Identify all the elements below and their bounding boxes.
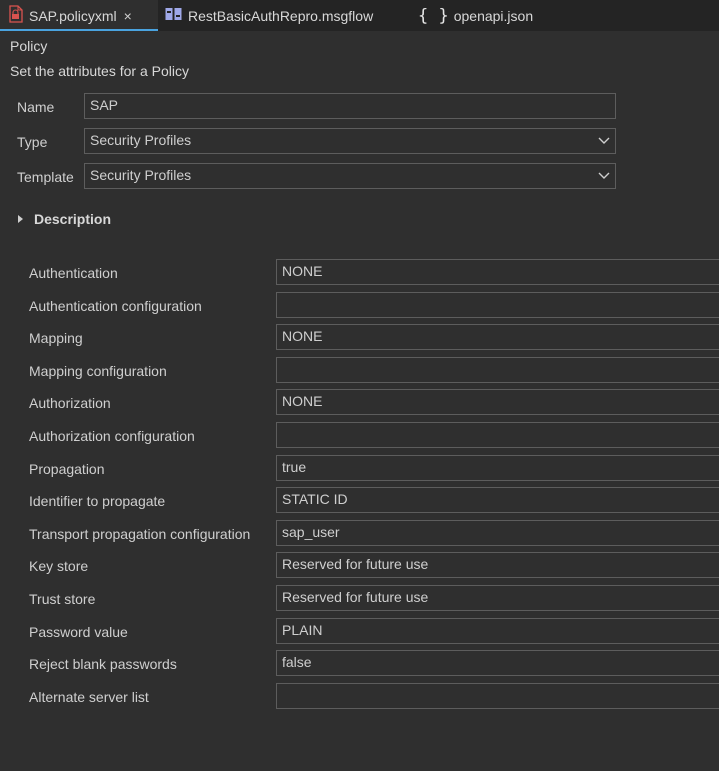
property-label: Identifier to propagate — [29, 493, 166, 510]
expand-arrow-icon — [18, 215, 23, 223]
description-section-toggle[interactable]: Description — [18, 211, 111, 227]
property-label: Key store — [29, 558, 89, 575]
editor-tab-bar: SAP.policyxml × RestBasicAuthRepro.msgfl… — [0, 0, 719, 31]
property-value-field[interactable]: true — [276, 454, 719, 481]
property-label: Authentication — [29, 265, 118, 281]
page-subtitle: Set the attributes for a Policy — [10, 63, 189, 79]
policy-editor: Policy Set the attributes for a Policy N… — [0, 31, 719, 771]
property-label: Propagation — [29, 460, 105, 477]
template-label: Template — [17, 169, 74, 185]
tab-label: openapi.json — [453, 7, 534, 24]
property-label: Authorization — [29, 395, 111, 412]
property-value-field[interactable]: PLAIN — [276, 617, 719, 644]
json-braces-icon: { } — [418, 5, 449, 26]
tab-label: SAP.policyxml — [29, 7, 117, 24]
tab-sap-policyxml[interactable]: SAP.policyxml × — [0, 0, 158, 31]
property-label: Trust store — [29, 591, 96, 607]
property-value-field[interactable]: Reserved for future use — [276, 585, 719, 611]
property-value-field[interactable]: Reserved for future use — [276, 552, 719, 579]
property-value-field[interactable]: sap_user — [276, 519, 719, 546]
property-label: Authentication configuration — [29, 297, 202, 314]
property-value-field[interactable] — [276, 291, 719, 318]
property-label: Mapping configuration — [29, 362, 167, 379]
property-label: Alternate server list — [29, 688, 149, 705]
msgflow-icon — [165, 7, 182, 24]
tab-openapi-json[interactable]: { } openapi.json — [418, 0, 533, 31]
type-select[interactable]: Security Profiles — [84, 128, 616, 154]
tab-restbasicauthrepro-msgflow[interactable]: RestBasicAuthRepro.msgflow — [165, 0, 373, 31]
template-select-value: Security Profiles — [90, 167, 192, 183]
name-field[interactable]: SAP — [84, 93, 616, 119]
chevron-down-icon — [598, 172, 610, 179]
policy-file-icon — [8, 5, 23, 26]
type-select-value: Security Profiles — [90, 132, 192, 148]
property-value-field[interactable] — [276, 682, 719, 709]
property-value-field[interactable]: NONE — [276, 259, 719, 285]
property-label: Transport propagation configuration — [29, 525, 251, 542]
property-value-field[interactable] — [276, 356, 719, 383]
property-label: Authorization configuration — [29, 428, 195, 444]
tab-label: RestBasicAuthRepro.msgflow — [188, 7, 374, 24]
type-label: Type — [17, 134, 48, 150]
property-label: Password value — [29, 623, 128, 640]
page-title: Policy — [10, 38, 48, 54]
description-label: Description — [34, 211, 112, 227]
property-value-field[interactable]: STATIC ID — [276, 487, 719, 514]
property-value-field[interactable]: NONE — [276, 324, 719, 351]
property-value-field[interactable]: NONE — [276, 389, 719, 416]
property-label: Mapping — [29, 330, 83, 347]
close-icon[interactable]: × — [124, 8, 132, 24]
name-label: Name — [17, 99, 55, 115]
template-select[interactable]: Security Profiles — [84, 163, 616, 189]
property-value-field[interactable]: false — [276, 650, 719, 677]
chevron-down-icon — [598, 137, 610, 144]
property-label: Reject blank passwords — [29, 656, 177, 673]
property-value-field[interactable] — [276, 422, 719, 448]
